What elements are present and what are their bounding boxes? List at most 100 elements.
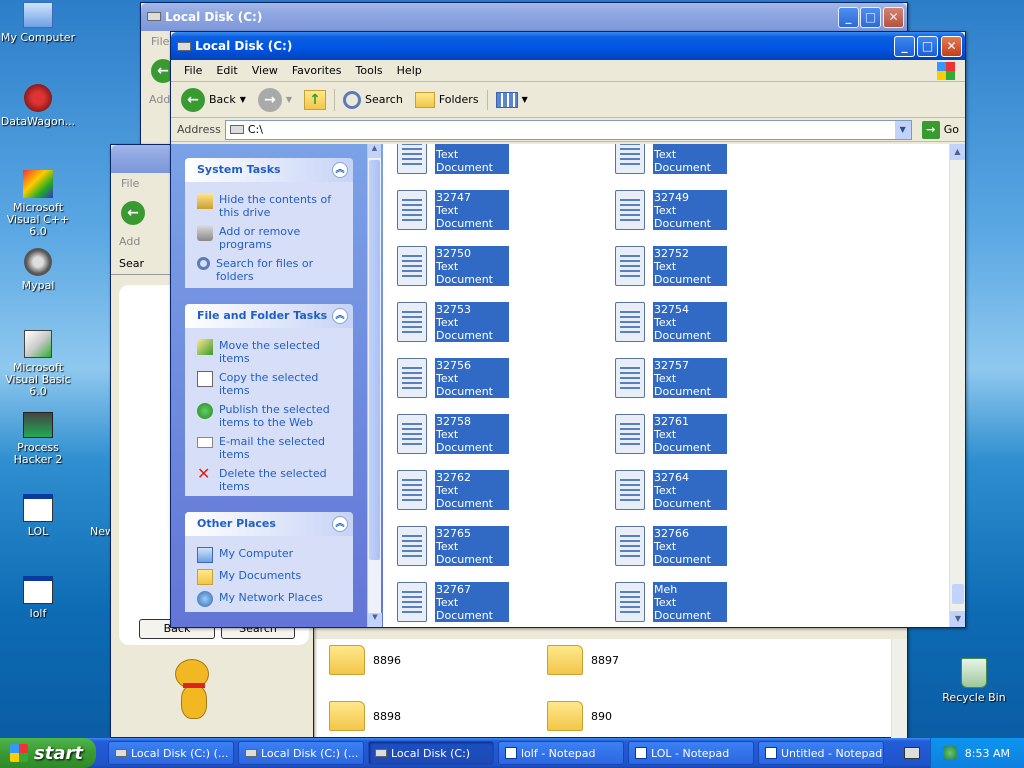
file-label: Text Document233 KB bbox=[653, 144, 727, 174]
file-name: 32750 bbox=[436, 247, 471, 260]
task-search-files[interactable]: Search for files or folders bbox=[185, 254, 353, 286]
minimize-button[interactable]: _ bbox=[838, 7, 859, 28]
back-arrow-icon[interactable]: ← bbox=[121, 201, 145, 225]
minimize-button[interactable]: _ bbox=[894, 36, 915, 57]
folders-toolbar-button[interactable]: Folders bbox=[411, 90, 483, 110]
file-folder-tasks-header[interactable]: File and Folder Tasks ︽ bbox=[185, 304, 353, 328]
search-toolbar-button[interactable]: Search bbox=[334, 88, 407, 111]
file-list-scrollbar[interactable]: ▲ ▼ bbox=[949, 144, 965, 627]
task-copy-items[interactable]: Copy the selected items bbox=[185, 368, 353, 400]
file-item[interactable]: Text Document233 KB bbox=[397, 144, 547, 178]
back-window-titlebar[interactable]: Local Disk (C:) _ □ ✕ bbox=[141, 3, 907, 31]
chevron-down-icon[interactable]: ▼ bbox=[894, 120, 911, 139]
system-tasks-header[interactable]: System Tasks ︽ bbox=[185, 158, 353, 182]
file-item[interactable]: 32766Text Document233 KB bbox=[615, 526, 765, 570]
desktop-icon-datawagon[interactable]: DataWagon... bbox=[0, 84, 76, 128]
maximize-button[interactable]: □ bbox=[917, 36, 938, 57]
taskbar-item[interactable]: Local Disk (C:) (... bbox=[238, 741, 364, 765]
file-item[interactable]: 32753Text Document233 KB bbox=[397, 302, 547, 346]
desktop-icon-visual-cpp[interactable]: Microsoft Visual C++ 6.0 bbox=[0, 170, 76, 238]
notepad-icon bbox=[635, 747, 647, 759]
collapse-icon[interactable]: ︽ bbox=[332, 162, 348, 178]
clock[interactable]: 8:53 AM bbox=[965, 747, 1010, 760]
main-explorer-window[interactable]: Local Disk (C:) _ □ ✕ File Edit View Fav… bbox=[170, 31, 966, 628]
taskbar-item[interactable]: LOL - Notepad bbox=[628, 741, 754, 765]
file-type: Text Document bbox=[654, 596, 711, 622]
desktop-icon-process-hacker[interactable]: Process Hacker 2 bbox=[0, 412, 76, 466]
task-publish-items[interactable]: Publish the selected items to the Web bbox=[185, 400, 353, 432]
network-tray-icon[interactable] bbox=[942, 746, 957, 760]
taskbar-item[interactable]: Untitled - Notepad bbox=[758, 741, 884, 765]
file-item[interactable]: Text Document233 KB bbox=[615, 144, 765, 178]
file-item[interactable]: 32761Text Document233 KB bbox=[615, 414, 765, 458]
place-my-computer[interactable]: My Computer bbox=[185, 544, 353, 566]
menu-tools[interactable]: Tools bbox=[349, 64, 390, 77]
task-delete-items[interactable]: ✕ Delete the selected items bbox=[185, 464, 353, 496]
menu-favorites[interactable]: Favorites bbox=[285, 64, 349, 77]
views-toolbar-button[interactable]: ▼ bbox=[486, 89, 532, 110]
taskbar-item-active[interactable]: Local Disk (C:) bbox=[368, 741, 494, 765]
file-item[interactable]: 32749Text Document233 KB bbox=[615, 190, 765, 234]
place-my-documents[interactable]: My Documents bbox=[185, 566, 353, 588]
desktop-icon-lolf[interactable]: lolf bbox=[0, 576, 76, 620]
network-icon bbox=[197, 591, 213, 607]
address-input[interactable]: C:\ ▼ bbox=[224, 119, 912, 140]
desktop-icon-visual-basic[interactable]: Microsoft Visual Basic 6.0 bbox=[0, 330, 76, 398]
menu-help[interactable]: Help bbox=[390, 64, 429, 77]
keyboard-icon[interactable] bbox=[904, 747, 920, 759]
back-scrollbar[interactable] bbox=[891, 639, 907, 739]
search-dog-icon[interactable] bbox=[167, 659, 223, 723]
forward-toolbar-button[interactable]: → ▼ bbox=[254, 86, 296, 114]
file-item[interactable]: 32756Text Document233 KB bbox=[397, 358, 547, 402]
taskbar-item[interactable]: Local Disk (C:) (... bbox=[108, 741, 234, 765]
file-item[interactable]: 32767Text Document233 KB bbox=[397, 582, 547, 626]
task-pane-scrollbar[interactable]: ▲ ▼ bbox=[367, 144, 382, 627]
file-item[interactable]: 32765Text Document233 KB bbox=[397, 526, 547, 570]
file-item[interactable]: 32764Text Document233 KB bbox=[615, 470, 765, 514]
other-places-header[interactable]: Other Places ︽ bbox=[185, 512, 353, 536]
back-file-area: 8896 8897 8898 890 bbox=[315, 639, 907, 739]
file-item[interactable]: MehText Document233 KB bbox=[615, 582, 765, 626]
back-toolbar-button[interactable]: ← Back ▼ bbox=[177, 86, 250, 114]
collapse-icon[interactable]: ︽ bbox=[332, 308, 348, 324]
file-label: 32767Text Document233 KB bbox=[435, 582, 509, 622]
task-add-remove-programs[interactable]: Add or remove programs bbox=[185, 222, 353, 254]
close-button[interactable]: ✕ bbox=[941, 36, 962, 57]
collapse-icon[interactable]: ︽ bbox=[332, 516, 348, 532]
main-window-titlebar[interactable]: Local Disk (C:) _ □ ✕ bbox=[171, 32, 965, 60]
taskbar-item[interactable]: lolf - Notepad bbox=[498, 741, 624, 765]
list-item[interactable]: 890 bbox=[547, 701, 612, 731]
close-button[interactable]: ✕ bbox=[883, 7, 904, 28]
menu-view[interactable]: View bbox=[245, 64, 285, 77]
task-email-items[interactable]: E-mail the selected items bbox=[185, 432, 353, 464]
maximize-button[interactable]: □ bbox=[860, 7, 881, 28]
file-item[interactable]: 32757Text Document233 KB bbox=[615, 358, 765, 402]
file-item[interactable]: 32758Text Document233 KB bbox=[397, 414, 547, 458]
file-item[interactable]: 32750Text Document233 KB bbox=[397, 246, 547, 290]
drive-icon bbox=[147, 12, 161, 21]
menu-file[interactable]: File bbox=[177, 64, 209, 77]
list-item[interactable]: 8898 bbox=[329, 701, 401, 731]
desktop-icon-my-computer[interactable]: My Computer bbox=[0, 2, 76, 44]
place-my-network-places[interactable]: My Network Places bbox=[185, 588, 353, 610]
file-item[interactable]: 32747Text Document233 KB bbox=[397, 190, 547, 234]
file-label: 32749Text Document233 KB bbox=[653, 190, 727, 230]
file-label: 32761Text Document233 KB bbox=[653, 414, 727, 454]
desktop-icon-recycle-bin[interactable]: Recycle Bin bbox=[936, 658, 1012, 704]
file-item[interactable]: 32754Text Document233 KB bbox=[615, 302, 765, 346]
up-folder-button[interactable]: ↑ bbox=[300, 88, 330, 112]
task-hide-drive-contents[interactable]: Hide the contents of this drive bbox=[185, 190, 353, 222]
desktop-icon-mypal[interactable]: Mypal bbox=[0, 248, 76, 292]
list-item[interactable]: 8897 bbox=[547, 645, 619, 675]
file-name: 32749 bbox=[654, 191, 689, 204]
go-button[interactable]: → Go bbox=[916, 120, 965, 139]
file-item[interactable]: 32752Text Document233 KB bbox=[615, 246, 765, 290]
task-move-items[interactable]: Move the selected items bbox=[185, 336, 353, 368]
search-icon bbox=[197, 257, 210, 270]
list-item[interactable]: 8896 bbox=[329, 645, 401, 675]
visual-basic-icon bbox=[24, 330, 52, 358]
start-button[interactable]: start bbox=[0, 738, 96, 768]
file-type: Text Document bbox=[654, 260, 711, 286]
file-item[interactable]: 32762Text Document233 KB bbox=[397, 470, 547, 514]
menu-edit[interactable]: Edit bbox=[209, 64, 244, 77]
